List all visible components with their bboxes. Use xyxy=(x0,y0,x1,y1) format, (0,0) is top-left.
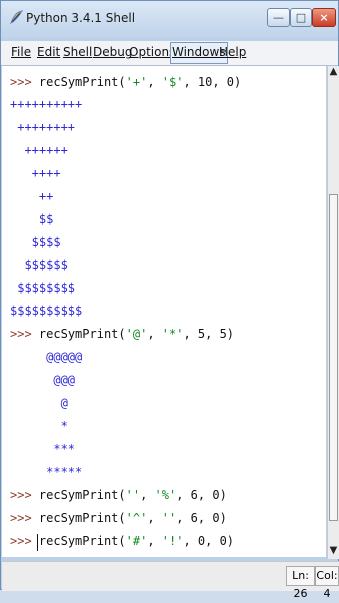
shell-line: ***** xyxy=(10,465,83,479)
close-button[interactable]: × xyxy=(312,8,336,27)
status-bar: Ln: 26 Col: 4 xyxy=(2,561,339,600)
scrollbar-thumb[interactable] xyxy=(329,194,338,521)
menu-help[interactable]: Help xyxy=(219,45,246,59)
menu-bar: File Edit Shell Debug Options Windows He… xyxy=(1,41,338,66)
menu-shell[interactable]: Shell xyxy=(63,45,92,59)
title-bar[interactable]: Python 3.4.1 Shell — □ × xyxy=(1,1,338,38)
line-number-status: Ln: 26 xyxy=(286,566,315,600)
window-title: Python 3.4.1 Shell xyxy=(26,11,136,25)
shell-line: >>> recSymPrint('@', '*', 5, 5) xyxy=(10,327,235,341)
shell-line: @ xyxy=(10,396,68,410)
shell-line: $$$$$$$$ xyxy=(10,281,76,295)
shell-line: $$$$$$ xyxy=(10,258,68,272)
up-arrow-icon[interactable]: ▲ xyxy=(328,66,339,80)
minimize-button[interactable]: — xyxy=(267,8,290,27)
shell-line: ++ xyxy=(10,189,54,203)
shell-line: $$$$ xyxy=(10,235,61,249)
shell-line: ++++++++++ xyxy=(10,97,83,111)
shell-line: >>> recSymPrint('', '%', 6, 0) xyxy=(10,488,227,502)
shell-line: ++++ xyxy=(10,166,61,180)
menu-edit[interactable]: Edit xyxy=(37,45,60,59)
shell-line: ++++++++ xyxy=(10,120,76,134)
menu-options[interactable]: Options xyxy=(129,45,175,59)
column-number-status: Col: 4 xyxy=(315,566,339,600)
shell-line: @@@@@ xyxy=(10,350,83,364)
shell-text-area[interactable]: >>> recSymPrint('+', '$', 10, 0) +++++++… xyxy=(2,66,326,557)
down-arrow-icon[interactable]: ▼ xyxy=(328,545,339,559)
menu-debug[interactable]: Debug xyxy=(93,45,132,59)
shell-line: @@@ xyxy=(10,373,76,387)
python-shell-window: Python 3.4.1 Shell — □ × File Edit Shell… xyxy=(0,0,339,600)
shell-line: *** xyxy=(10,442,76,456)
vertical-scrollbar[interactable]: ▲ ▼ xyxy=(327,66,339,559)
shell-line: ++++++ xyxy=(10,143,68,157)
python-feather-icon xyxy=(9,10,24,25)
shell-line: >>> recSymPrint('^', '', 6, 0) xyxy=(10,511,227,525)
shell-line: >>> recSymPrint('+', '$', 10, 0) xyxy=(10,75,242,89)
shell-line: >>> recSymPrint('#', '!', 0, 0) xyxy=(10,534,235,548)
shell-line: $$$$$$$$$$ xyxy=(10,304,83,318)
menu-file[interactable]: File xyxy=(11,45,31,59)
shell-line: $$ xyxy=(10,212,54,226)
maximize-button[interactable]: □ xyxy=(290,8,312,27)
shell-line: * xyxy=(10,419,68,433)
text-cursor xyxy=(37,534,38,551)
